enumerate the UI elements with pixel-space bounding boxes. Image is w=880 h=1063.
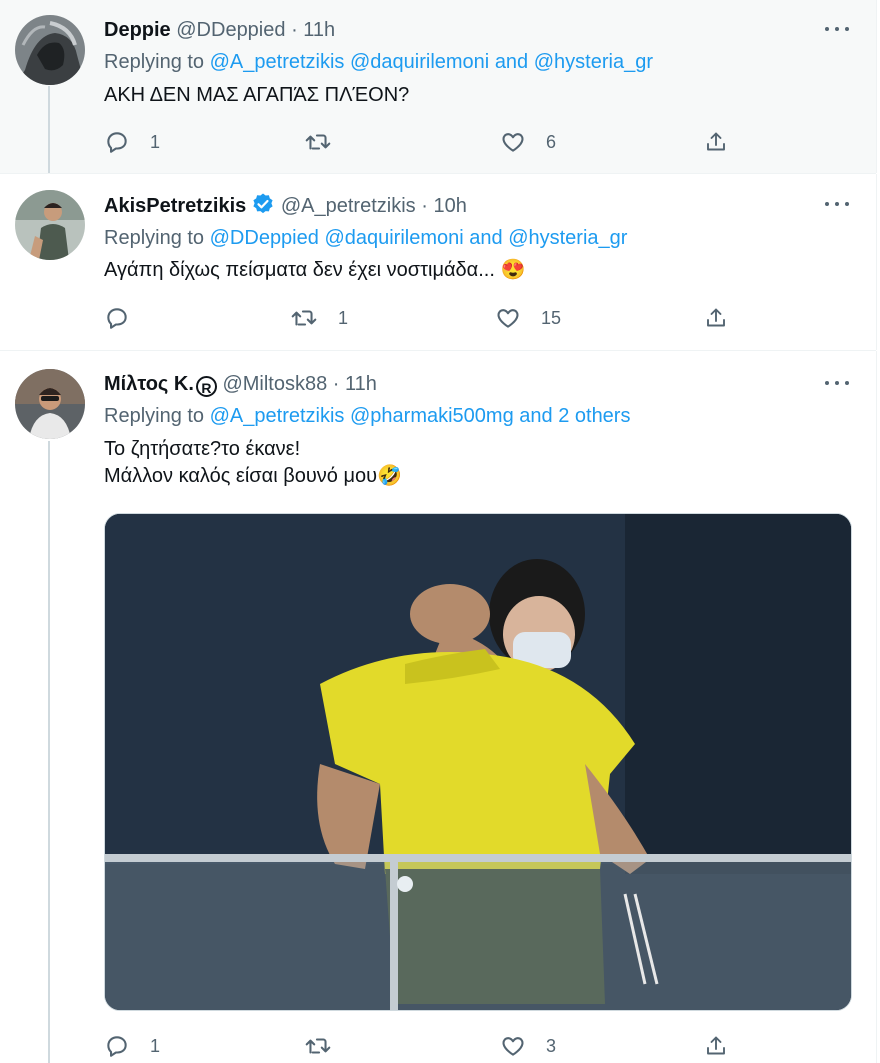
like-button[interactable]: 15 [495, 303, 561, 333]
replying-prefix: Replying to [104, 405, 205, 427]
thread-line [48, 86, 50, 173]
display-name[interactable]: AkisPetretzikis [104, 195, 246, 217]
tweet-actions: 1 3 [104, 1031, 744, 1061]
reply-count: 1 [150, 1035, 161, 1056]
tweet-header: AkisPetretzikis @A_petretzikis · 10h [104, 192, 467, 219]
more-icon[interactable] [822, 19, 852, 39]
like-icon [502, 1037, 524, 1056]
share-button[interactable] [704, 303, 728, 333]
tweet-text-line: ΑΚΗ ΔΕΝ ΜΑΣ ΑΓΑΠΆΣ ΠΛΈΟΝ? [104, 84, 410, 106]
display-name[interactable]: Μίλτος Κ. [104, 373, 194, 395]
mention-link[interactable]: @hysteria_gr [534, 51, 653, 73]
like-count: 6 [546, 131, 557, 152]
separator-dot: · [291, 19, 298, 41]
avatar[interactable] [15, 15, 85, 85]
mention-and: and [469, 227, 503, 249]
tweet-text: Το ζητήσατε?το έκανε! Μάλλον καλός είσαι… [104, 436, 402, 490]
mention-link[interactable]: @pharmaki500mg [350, 405, 514, 427]
tweet-miltos[interactable]: Μίλτος Κ. R @Miltosk88 · 11h Replying to … [0, 351, 877, 1063]
tweet-text-line: Το ζητήσατε?το έκανε! [104, 438, 301, 460]
mention-link[interactable]: @A_petretzikis [210, 405, 345, 427]
share-icon [707, 1036, 725, 1055]
retweet-button[interactable] [304, 1031, 352, 1061]
like-icon [502, 133, 524, 152]
tweet-akis[interactable]: AkisPetretzikis @A_petretzikis · 10h Rep… [0, 174, 877, 350]
tweet-media-image[interactable] [104, 513, 852, 1011]
mention-link[interactable]: @daquirilemoni [350, 51, 489, 73]
separator-dot: · [421, 195, 428, 217]
retweet-button[interactable]: 1 [290, 303, 348, 333]
reply-button[interactable]: 1 [104, 1031, 160, 1061]
retweet-button[interactable] [304, 127, 352, 157]
mention-link[interactable]: 2 others [558, 405, 630, 427]
mention-and: and [494, 51, 529, 73]
like-button[interactable]: 6 [500, 127, 556, 157]
replying-to: Replying to @A_petretzikis @daquirilemon… [104, 49, 653, 75]
tweet-deppie[interactable]: Deppie @DDeppied · 11h Replying to @A_pe… [0, 0, 877, 173]
tweet-actions: 1 15 [104, 303, 744, 333]
share-button[interactable] [704, 1031, 728, 1061]
timestamp[interactable]: 10h [433, 195, 466, 217]
mention-link[interactable]: @A_petretzikis [210, 51, 345, 73]
reply-button[interactable]: 1 [104, 127, 160, 157]
more-icon[interactable] [822, 373, 852, 393]
replying-prefix: Replying to [104, 227, 205, 249]
retweet-icon [291, 310, 317, 326]
retweet-icon [305, 134, 331, 150]
tweet-header: Deppie @DDeppied · 11h [104, 17, 335, 43]
user-handle[interactable]: @A_petretzikis [281, 195, 416, 217]
reply-icon [107, 1036, 127, 1057]
reply-icon [107, 308, 127, 329]
timestamp[interactable]: 11h [345, 373, 377, 395]
display-name[interactable]: Deppie [104, 19, 171, 41]
mention-link[interactable]: @hysteria_gr [508, 227, 627, 249]
share-icon [707, 308, 725, 327]
registered-badge-icon: R [195, 376, 217, 397]
avatar[interactable] [15, 369, 85, 439]
like-button[interactable]: 3 [500, 1031, 556, 1061]
tweet-header: Μίλτος Κ. R @Miltosk88 · 11h [104, 371, 377, 397]
retweet-icon [305, 1038, 331, 1054]
user-handle[interactable]: @Miltosk88 [222, 373, 327, 395]
media-photo [105, 514, 851, 1010]
replying-to: Replying to @A_petretzikis @pharmaki500m… [104, 403, 630, 429]
tweet-text: ΑΚΗ ΔΕΝ ΜΑΣ ΑΓΑΠΆΣ ΠΛΈΟΝ? [104, 82, 409, 109]
tweet-text-line: Αγάπη δίχως πείσματα δεν έχει νοστιμάδα.… [104, 259, 526, 281]
timestamp[interactable]: 11h [303, 19, 335, 41]
verified-badge-icon [253, 193, 273, 214]
share-icon [707, 132, 725, 151]
replying-to: Replying to @DDeppied @daquirilemoni and… [104, 225, 627, 251]
tweet-actions: 1 6 [104, 127, 744, 157]
share-button[interactable] [704, 127, 728, 157]
separator-dot: · [332, 373, 340, 395]
tweet-text-line: Μάλλον καλός είσαι βουνό μου🤣 [104, 465, 402, 487]
mention-and: and [519, 405, 553, 427]
more-icon[interactable] [822, 194, 852, 214]
reply-icon [107, 132, 127, 153]
thread-line [48, 441, 50, 1063]
mention-link[interactable]: @daquirilemoni [324, 227, 463, 249]
like-count: 15 [541, 307, 562, 328]
reply-count: 1 [150, 131, 161, 152]
like-count: 3 [546, 1035, 557, 1056]
reply-button[interactable] [104, 303, 150, 333]
like-icon [497, 309, 519, 328]
tweet-text: Αγάπη δίχως πείσματα δεν έχει νοστιμάδα.… [104, 257, 525, 284]
avatar[interactable] [15, 190, 85, 260]
replying-prefix: Replying to [104, 51, 205, 73]
retweet-count: 1 [338, 307, 349, 328]
mention-link[interactable]: @DDeppied [210, 227, 319, 249]
user-handle[interactable]: @DDeppied [176, 19, 285, 41]
